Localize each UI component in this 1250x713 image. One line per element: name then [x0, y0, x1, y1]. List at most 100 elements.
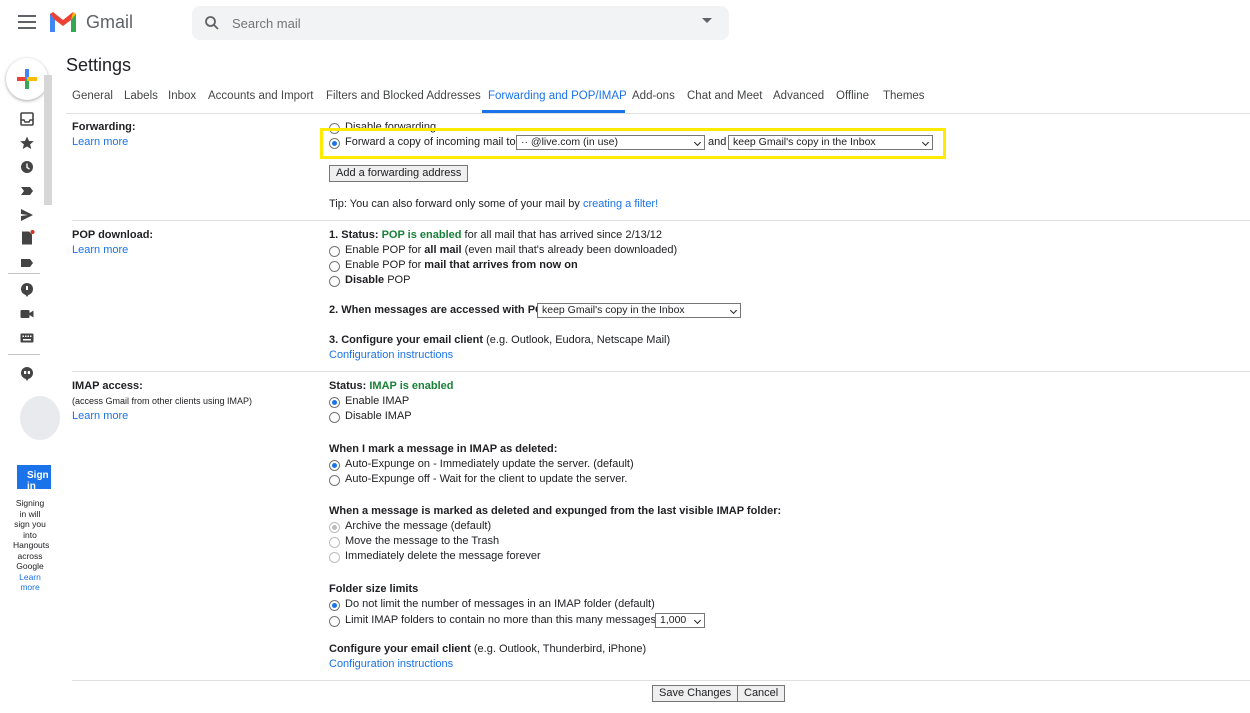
move-to-trash-radio[interactable]	[329, 537, 340, 548]
tab-general[interactable]: General	[72, 90, 113, 102]
section-divider	[72, 680, 1250, 681]
chat-icon[interactable]	[19, 282, 35, 298]
no-limit-radio[interactable]	[329, 600, 340, 611]
create-filter-link[interactable]: creating a filter!	[583, 198, 658, 210]
imap-access-sub: (access Gmail from other clients using I…	[72, 396, 253, 406]
video-icon[interactable]	[19, 306, 35, 322]
star-icon[interactable]	[19, 135, 35, 151]
tab-add-ons[interactable]: Add-ons	[632, 90, 675, 102]
pop-status: 1. Status: POP is enabled for all mail t…	[329, 229, 662, 241]
auto-expunge-on-label: Auto-Expunge on - Immediately update the…	[345, 458, 634, 470]
tab-labels[interactable]: Labels	[124, 90, 158, 102]
scrollbar[interactable]	[44, 75, 52, 205]
folder-limit-select[interactable]: 1,000	[655, 613, 705, 628]
pop-configure-examples: (e.g. Outlook, Eudora, Netscape Mail)	[486, 334, 671, 346]
pop-download-label: POP download:	[72, 229, 154, 241]
rail-divider	[8, 273, 40, 274]
auto-expunge-off-radio[interactable]	[329, 475, 340, 486]
imap-disable-radio[interactable]	[329, 412, 340, 423]
imap-expunged-question: When a message is marked as deleted and …	[329, 505, 781, 517]
section-divider	[72, 371, 1250, 372]
hangouts-icon[interactable]	[19, 366, 35, 382]
forwarding-tip: Tip: You can also forward only some of y…	[329, 198, 658, 210]
tab-forwarding-and-pop-imap[interactable]: Forwarding and POP/IMAP	[488, 90, 627, 102]
auto-expunge-off-label: Auto-Expunge off - Wait for the client t…	[345, 473, 628, 485]
search-icon[interactable]	[204, 15, 220, 31]
pop-enable-all-radio[interactable]	[329, 246, 340, 257]
hangouts-learn-more-link[interactable]: Learn more	[19, 572, 41, 593]
pop-enable-all-label: Enable POP for all mail (even mail that'…	[345, 244, 677, 256]
imap-deleted-question: When I mark a message in IMAP as deleted…	[329, 443, 557, 455]
pop-disable-label: Disable POP	[345, 274, 410, 286]
forward-copy-label: Forward a copy of incoming mail to	[345, 136, 516, 148]
drafts-icon[interactable]	[19, 230, 35, 246]
imap-deleted-label: When I mark a message in IMAP as deleted…	[329, 443, 558, 455]
cancel-button[interactable]: Cancel	[737, 685, 786, 702]
pop-status-prefix: 1. Status:	[329, 229, 379, 241]
main-menu-icon[interactable]	[18, 15, 36, 29]
imap-configure-label: Configure your email client	[329, 643, 471, 655]
search-input[interactable]	[232, 14, 672, 32]
hangouts-signin-message: Signing in will sign you into Hangouts a…	[13, 498, 50, 571]
search-options-icon[interactable]	[702, 18, 712, 24]
pop-opt3-bold: Disable	[345, 274, 385, 286]
forward-address-select[interactable]: ·· @live.com (in use)	[516, 135, 705, 150]
archive-message-label: Archive the message (default)	[345, 520, 492, 532]
imap-configure-examples: (e.g. Outlook, Thunderbird, iPhone)	[473, 643, 647, 655]
imap-configure-client: Configure your email client (e.g. Outloo…	[329, 643, 646, 655]
pop-configure-label: 3. Configure your email client	[329, 334, 484, 346]
pop-access-select[interactable]: keep Gmail's copy in the Inbox	[537, 303, 741, 318]
pop-enable-now-radio[interactable]	[329, 261, 340, 272]
imap-learn-more-link[interactable]: Learn more	[72, 410, 128, 422]
pop-configuration-instructions-link[interactable]: Configuration instructions	[329, 349, 453, 361]
delete-forever-radio[interactable]	[329, 552, 340, 563]
limit-folders-label: Limit IMAP folders to contain no more th…	[345, 614, 656, 626]
pop-status-value: POP is enabled	[381, 229, 462, 241]
pop-opt2-text: Enable POP for	[345, 259, 422, 271]
send-icon[interactable]	[19, 207, 35, 223]
label-icon[interactable]	[19, 255, 35, 271]
tab-inbox[interactable]: Inbox	[168, 90, 196, 102]
pop-learn-more-link[interactable]: Learn more	[72, 244, 128, 256]
important-icon[interactable]	[19, 183, 35, 199]
auto-expunge-on-radio[interactable]	[329, 460, 340, 471]
tab-filters-and-blocked-addresses[interactable]: Filters and Blocked Addresses	[326, 90, 481, 102]
forwarding-tip-text: Tip: You can also forward only some of y…	[329, 198, 580, 210]
pop-access-label: 2. When messages are accessed with POP	[329, 304, 551, 316]
delete-forever-label: Immediately delete the message forever	[345, 550, 541, 562]
tab-accounts-and-import[interactable]: Accounts and Import	[208, 90, 313, 102]
pop-enable-now-label: Enable POP for mail that arrives from no…	[345, 259, 578, 271]
pop-access-question: 2. When messages are accessed with POP	[329, 304, 551, 316]
forwarding-label: Forwarding:	[72, 121, 136, 133]
forward-action-select[interactable]: keep Gmail's copy in the Inbox	[728, 135, 933, 150]
keyboard-icon[interactable]	[19, 330, 35, 346]
forward-copy-radio[interactable]	[329, 138, 340, 149]
tab-themes[interactable]: Themes	[883, 90, 925, 102]
imap-status-prefix: Status:	[329, 380, 367, 392]
clock-icon[interactable]	[19, 159, 35, 175]
add-forwarding-address-button[interactable]: Add a forwarding address	[329, 165, 469, 182]
forwarding-learn-more-link[interactable]: Learn more	[72, 136, 128, 148]
tab-offline[interactable]: Offline	[836, 90, 869, 102]
imap-expunged-label: When a message is marked as deleted and …	[329, 505, 782, 517]
folder-size-limits: Folder size limits	[329, 583, 418, 595]
pop-disable-radio[interactable]	[329, 276, 340, 287]
hangouts-signin-button[interactable]: Sign in	[17, 465, 51, 489]
imap-access-label: IMAP access:	[72, 380, 143, 392]
tab-chat-and-meet[interactable]: Chat and Meet	[687, 90, 762, 102]
imap-status-value: IMAP is enabled	[369, 380, 454, 392]
inbox-icon[interactable]	[19, 111, 35, 127]
limit-folders-radio[interactable]	[329, 616, 340, 627]
pop-opt1-rest: (even mail that's already been downloade…	[464, 244, 678, 256]
tab-advanced[interactable]: Advanced	[773, 90, 824, 102]
archive-message-radio[interactable]	[329, 522, 340, 533]
save-changes-button[interactable]: Save Changes	[652, 685, 739, 702]
gmail-logo-icon[interactable]	[48, 10, 78, 34]
forward-and-text: and	[708, 136, 727, 148]
compose-button[interactable]	[6, 58, 48, 100]
imap-configuration-instructions-link[interactable]: Configuration instructions	[329, 658, 453, 670]
imap-enable-radio[interactable]	[329, 397, 340, 408]
imap-status: Status: IMAP is enabled	[329, 380, 454, 392]
page-title: Settings	[66, 55, 132, 75]
tabs-divider	[66, 113, 1250, 114]
